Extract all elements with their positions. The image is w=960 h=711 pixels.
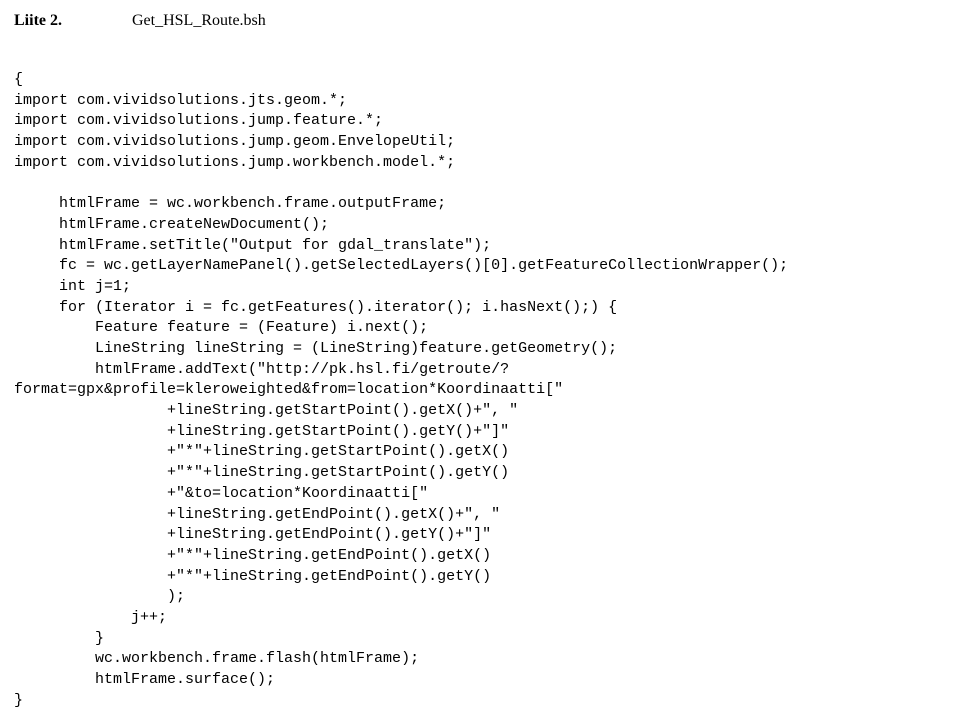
filename: Get_HSL_Route.bsh [132, 10, 266, 32]
appendix-label: Liite 2. [14, 10, 62, 32]
document-header: Liite 2. Get_HSL_Route.bsh [14, 10, 946, 32]
code-listing: { import com.vividsolutions.jts.geom.*; … [14, 70, 946, 711]
